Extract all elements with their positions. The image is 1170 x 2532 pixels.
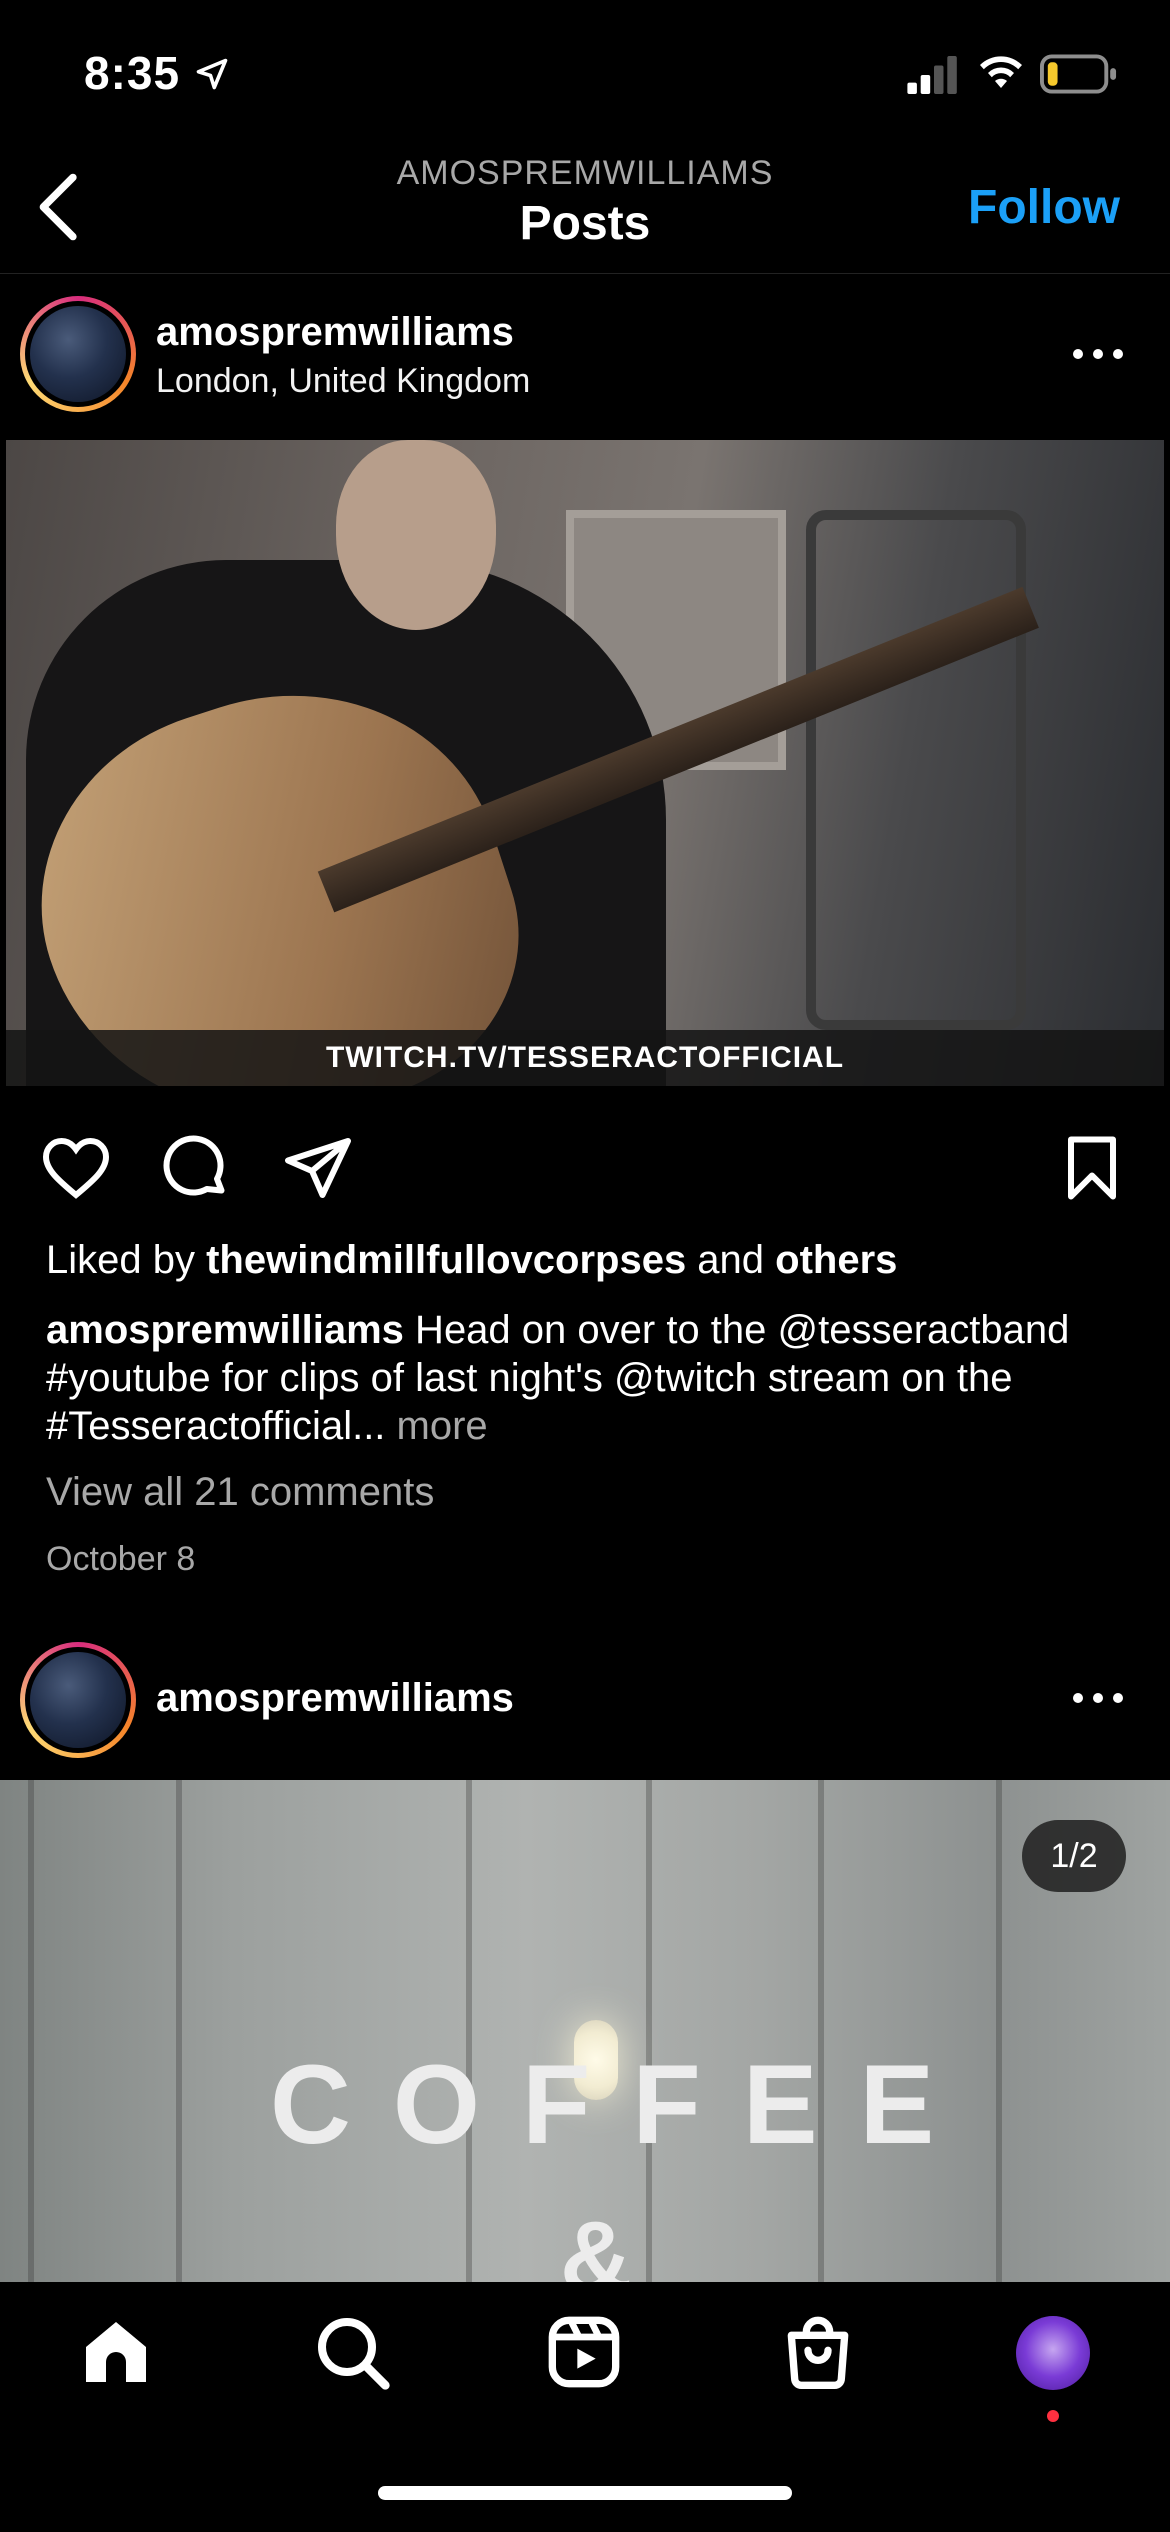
liked-by-others[interactable]: others [775, 1238, 897, 1282]
post-username[interactable]: amospremwilliams [156, 310, 514, 355]
share-send-icon[interactable] [282, 1132, 354, 1204]
more-options-icon[interactable] [1068, 344, 1128, 364]
post-location[interactable]: London, United Kingdom [156, 362, 530, 401]
wifi-icon [980, 56, 1022, 88]
heart-icon[interactable] [40, 1132, 112, 1204]
view-comments-link[interactable]: View all 21 comments [46, 1470, 434, 1515]
reels-icon[interactable] [544, 2312, 624, 2392]
carousel-page-counter: 1/2 [1022, 1820, 1126, 1892]
likes-summary[interactable]: Liked by thewindmillfullovcorpses and ot… [46, 1238, 897, 1283]
avatar[interactable] [20, 1642, 136, 1758]
image-text-ampersand: & [560, 2201, 633, 2285]
search-icon[interactable] [312, 2312, 392, 2392]
home-indicator[interactable] [378, 2486, 792, 2500]
liked-by-user[interactable]: thewindmillfullovcorpses [206, 1238, 686, 1282]
more-options-icon[interactable] [1068, 1688, 1128, 1708]
post-actions-row [0, 1120, 1170, 1210]
image-overlay-text: TWITCH.TV/TESSERACTOFFICIAL [6, 1030, 1164, 1086]
shop-icon[interactable] [778, 2312, 858, 2392]
post-date: October 8 [46, 1540, 196, 1578]
status-bar: 8:35 [0, 0, 1170, 140]
image-text-coffee: COFFEE [270, 2042, 977, 2167]
post-caption: amospremwilliams Head on over to the @te… [46, 1306, 1126, 1450]
follow-button[interactable]: Follow [968, 180, 1120, 235]
post-image[interactable]: COFFEE & 1/2 [0, 1780, 1170, 2285]
liked-by-middle: and [686, 1238, 776, 1282]
post-username[interactable]: amospremwilliams [156, 1676, 514, 1721]
top-navigation-header: AMOSPREMWILLIAMS Posts Follow [0, 140, 1170, 274]
home-icon[interactable] [76, 2312, 156, 2392]
cellular-signal-icon [907, 56, 957, 94]
caption-username[interactable]: amospremwilliams [46, 1308, 404, 1352]
battery-icon [1040, 54, 1117, 94]
caption-more-link[interactable]: more [385, 1404, 488, 1448]
bookmark-icon[interactable] [1056, 1132, 1128, 1204]
comment-icon[interactable] [160, 1132, 232, 1204]
notification-dot [1047, 2410, 1059, 2422]
post-header: amospremwilliams London, United Kingdom [0, 276, 1170, 436]
post-image[interactable]: TWITCH.TV/TESSERACTOFFICIAL [6, 440, 1164, 1086]
liked-by-prefix: Liked by [46, 1238, 207, 1282]
status-time: 8:35 [84, 47, 181, 99]
post-header: amospremwilliams [0, 1620, 1170, 1780]
location-arrow-icon [196, 58, 228, 90]
avatar[interactable] [20, 296, 136, 412]
profile-tab-avatar[interactable] [1016, 2316, 1090, 2390]
